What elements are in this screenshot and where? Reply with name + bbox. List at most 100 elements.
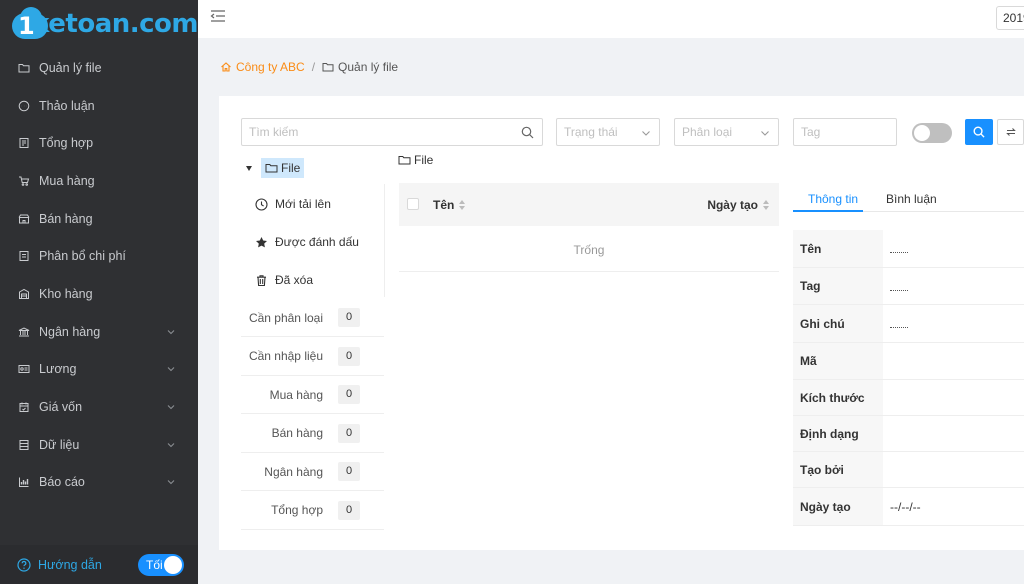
sidebar-item-3[interactable]: Mua hàng <box>0 162 198 200</box>
category-row[interactable]: Mua hàng 0 <box>241 376 384 414</box>
sidebar-menu: Quản lý file Thảo luận Tổng hợp Mua hàng Bán… <box>0 49 198 501</box>
tree-root[interactable]: File <box>246 158 305 178</box>
dark-mode-label: Tối <box>146 558 163 572</box>
category-row[interactable]: Bán hàng 0 <box>241 415 384 453</box>
sidebar-item-11[interactable]: Báo cáo <box>0 464 198 502</box>
logo[interactable]: 1 ketoan.com <box>0 0 199 48</box>
sidebar-item-4[interactable]: Bán hàng <box>0 200 198 238</box>
table-empty-state: Trống <box>399 226 779 272</box>
chat-icon <box>18 100 30 112</box>
info-key: Mã <box>793 343 883 379</box>
sidebar-item-9[interactable]: Giá vốn <box>0 388 198 426</box>
logo-text: ketoan.com <box>32 9 198 39</box>
sidebar-item-label: Kho hàng <box>39 286 93 301</box>
cart-icon <box>18 175 30 187</box>
switch-knob <box>914 125 930 141</box>
folder-icon <box>322 63 334 72</box>
sidebar: 1 ketoan.com Quản lý file Thảo luận Tổng h… <box>0 0 199 584</box>
category-label: Tổng hợp <box>271 503 323 517</box>
caret-down-icon[interactable] <box>246 165 252 171</box>
category-label: Ngân hàng <box>264 464 323 479</box>
search-icon <box>973 126 985 138</box>
refresh-button[interactable] <box>997 119 1024 145</box>
tree-item-2[interactable]: Đã xóa <box>255 273 313 287</box>
chevron-down-icon <box>167 442 175 447</box>
category-label: Bán hàng <box>271 426 323 440</box>
status-select[interactable]: Trạng thái <box>556 118 660 146</box>
tree-root-file[interactable]: File <box>261 158 305 178</box>
tab-info[interactable]: Thông tin <box>808 192 858 206</box>
sidebar-item-label: Giá vốn <box>39 400 83 415</box>
sidebar-item-0[interactable]: Quản lý file <box>0 49 198 87</box>
category-row[interactable]: Tổng hợp 0 <box>241 492 384 530</box>
category-count-badge: 0 <box>338 346 360 366</box>
sidebar-item-6[interactable]: Kho hàng <box>0 275 198 313</box>
editable-placeholder[interactable] <box>890 252 908 253</box>
top-header: 2019 <box>198 0 1024 38</box>
chevron-down-icon <box>642 131 650 136</box>
sidebar-item-label: Báo cáo <box>39 475 85 490</box>
search-button[interactable] <box>965 119 993 145</box>
year-selector[interactable]: 2019 <box>996 6 1024 30</box>
category-label: Cần phân loại <box>248 310 323 325</box>
sidebar-item-7[interactable]: Ngân hàng <box>0 313 198 351</box>
editable-placeholder[interactable] <box>890 327 908 328</box>
file-path: File <box>398 153 433 167</box>
sidebar-item-10[interactable]: Dữ liệu <box>0 426 198 464</box>
sidebar-item-1[interactable]: Thảo luận <box>0 87 198 125</box>
sort-icon <box>763 200 769 210</box>
tab-comment[interactable]: Bình luận <box>886 192 937 206</box>
info-row: Ngày tạo --/--/-- <box>793 488 1024 526</box>
search-input[interactable]: Tìm kiếm <box>241 118 543 146</box>
info-row: Tên <box>793 230 1024 268</box>
sidebar-item-label: Bán hàng <box>39 211 93 226</box>
sidebar-item-8[interactable]: Lương <box>0 351 198 389</box>
tab-active-indicator <box>793 210 863 212</box>
ledger-icon <box>18 137 30 149</box>
search-icon[interactable] <box>521 126 534 139</box>
logo-cloud-icon: 1 <box>8 7 48 41</box>
warehouse-icon <box>18 288 30 300</box>
category-count-badge: 0 <box>338 423 360 443</box>
table-header: Tên Ngày tạo <box>399 183 779 226</box>
detail-tabs: Thông tin Bình luận <box>793 184 1024 212</box>
column-header-date[interactable]: Ngày tạo <box>707 198 769 212</box>
info-key: Tên <box>793 230 883 267</box>
tree-item-label: Mới tải lên <box>275 197 331 211</box>
breadcrumb-separator: / <box>311 60 316 74</box>
info-key: Ghi chú <box>793 305 883 342</box>
sidebar-item-label: Mua hàng <box>39 173 95 188</box>
home-icon <box>221 62 231 72</box>
trash-icon <box>255 274 268 287</box>
category-row[interactable]: Cần nhập liệu 0 <box>241 338 384 376</box>
category-row[interactable]: Cần phân loại 0 <box>241 299 384 337</box>
menu-fold-icon[interactable] <box>210 9 226 23</box>
chevron-down-icon <box>167 367 175 372</box>
sidebar-item-5[interactable]: Phân bổ chi phí <box>0 237 198 275</box>
category-label: Cần nhập liệu <box>248 349 323 363</box>
dark-mode-toggle[interactable]: Tối <box>138 554 184 576</box>
sidebar-item-label: Phân bổ chi phí <box>39 249 126 264</box>
info-key: Tag <box>793 268 883 304</box>
category-select[interactable]: Phân loại <box>674 118 779 146</box>
folder-icon <box>265 164 278 173</box>
select-all-checkbox[interactable] <box>407 198 419 210</box>
info-row: Ghi chú <box>793 305 1024 343</box>
tree-item-label: Đã xóa <box>275 273 314 287</box>
info-key: Định dạng <box>793 416 883 451</box>
info-row: Mã <box>793 343 1024 380</box>
sidebar-item-label: Lương <box>39 362 77 377</box>
category-row[interactable]: Ngân hàng 0 <box>241 453 384 491</box>
refresh-icon <box>1005 128 1016 136</box>
chevron-down-icon <box>167 405 175 410</box>
clock-icon <box>255 197 268 211</box>
sidebar-item-2[interactable]: Tổng hợp <box>0 124 198 162</box>
tree-item-1[interactable]: Được đánh dấu <box>255 235 359 249</box>
tree-item-0[interactable]: Mới tải lên <box>255 197 331 211</box>
editable-placeholder[interactable] <box>890 289 908 291</box>
sidebar-item-label: Quản lý file <box>39 60 102 75</box>
tag-input[interactable]: Tag <box>793 118 897 146</box>
filter-switch[interactable] <box>912 123 952 143</box>
breadcrumb-home[interactable]: Công ty ABC <box>220 60 305 74</box>
column-header-name[interactable]: Tên <box>433 198 466 212</box>
